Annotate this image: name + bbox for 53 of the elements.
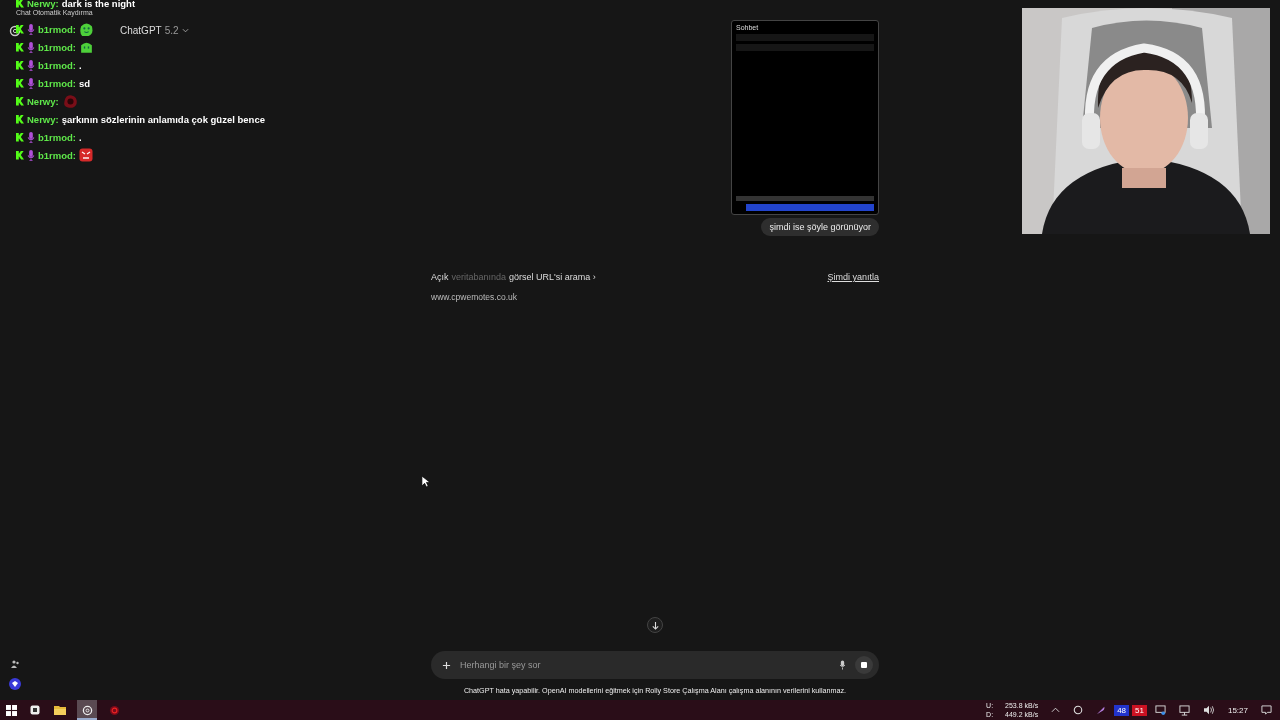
emote-icon <box>79 21 94 37</box>
tray-badge[interactable]: 51 <box>1132 704 1147 716</box>
chat-message: . <box>79 131 82 143</box>
chat-username[interactable]: Nerwy: <box>27 0 59 9</box>
chat-username[interactable]: b1rmod: <box>38 149 76 161</box>
network-icon[interactable] <box>1178 704 1190 716</box>
chevron-down-icon <box>181 28 189 33</box>
people-icon[interactable] <box>10 659 20 669</box>
taskbar-app[interactable] <box>77 700 97 720</box>
model-selector[interactable]: ChatGPT 5.2 <box>120 25 189 36</box>
plus-icon[interactable] <box>442 660 451 670</box>
message-input[interactable]: Herhangi bir şey sor <box>431 651 879 679</box>
reply-link[interactable]: Şimdi yanıtla <box>827 272 879 282</box>
folder-icon <box>54 705 66 715</box>
tray-badge[interactable]: 48 <box>1114 704 1130 716</box>
chat-username[interactable]: b1rmod: <box>38 59 76 71</box>
emote-icon <box>61 92 79 110</box>
chat-username[interactable]: b1rmod: <box>38 131 76 143</box>
status-text: görsel URL'si arama › <box>509 272 596 282</box>
app-icon[interactable] <box>30 705 40 715</box>
k-badge-icon <box>16 0 24 8</box>
chat-username[interactable]: b1rmod: <box>38 23 76 35</box>
tray-app-icon[interactable] <box>1073 705 1084 715</box>
chat-username[interactable]: Nerwy: <box>27 113 59 125</box>
logo-icon[interactable] <box>9 25 21 37</box>
scroll-down-button[interactable] <box>647 617 663 633</box>
clock[interactable]: 15:27 <box>1227 705 1248 715</box>
monitor-icon[interactable] <box>1154 704 1166 716</box>
chat-username[interactable]: b1rmod: <box>38 41 76 53</box>
feather-icon[interactable] <box>1096 705 1107 715</box>
status-text: veritabanında <box>451 272 507 282</box>
chat-username[interactable]: Nerwy: <box>27 95 59 107</box>
record-icon <box>108 704 120 716</box>
notification-icon[interactable] <box>1261 704 1272 716</box>
speaker-icon[interactable] <box>1202 705 1215 715</box>
source-link[interactable]: www.cpwemotes.co.uk <box>431 292 517 302</box>
cursor-icon <box>421 475 430 488</box>
input-placeholder: Herhangi bir şey sor <box>460 660 542 670</box>
status-text: Açık <box>431 272 449 282</box>
microphone-icon[interactable] <box>839 660 846 670</box>
user-message: şimdi ise şöyle görünüyor <box>761 218 879 236</box>
chat-message: şarkının sözlerinin anlamıda çok güzel bence <box>61 113 265 125</box>
chat-message: sd <box>79 77 91 89</box>
chat-message: dark is the night <box>61 0 136 9</box>
chat-message: . <box>79 59 82 71</box>
logo-icon <box>81 704 93 716</box>
chevron-up-icon[interactable] <box>1051 707 1061 713</box>
windows-icon[interactable] <box>6 704 17 716</box>
stop-button[interactable] <box>855 656 873 674</box>
emote-icon <box>79 148 93 162</box>
chat-username[interactable]: b1rmod: <box>38 77 76 89</box>
arrow-down-icon <box>650 620 660 630</box>
avatar-icon[interactable] <box>9 678 21 690</box>
